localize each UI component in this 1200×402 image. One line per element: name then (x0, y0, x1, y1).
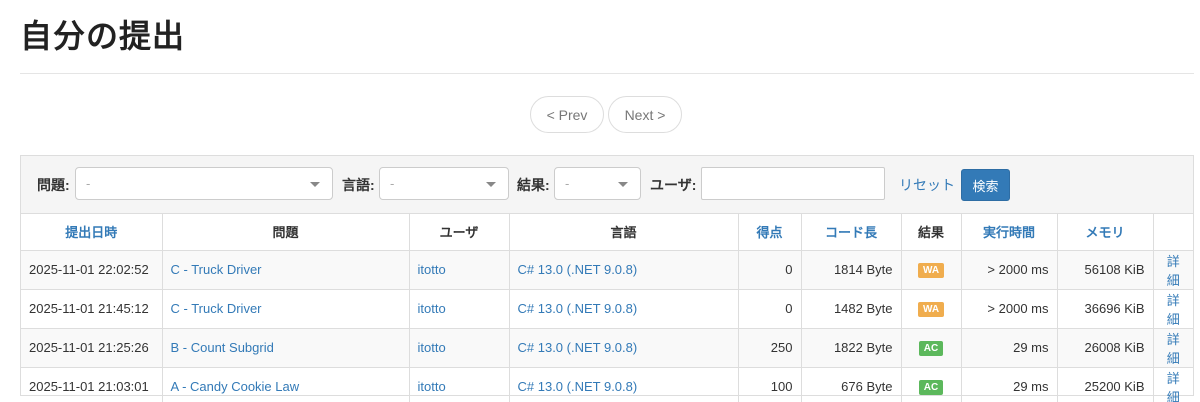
status-filter-value: - (565, 176, 570, 191)
cell-language-link[interactable]: C# 13.0 (.NET 9.0.8) (509, 289, 739, 329)
cell-language-link[interactable]: C# 13.0 (.NET 9.0.8) (509, 250, 739, 290)
cell-language-link[interactable]: C# 13.0 (.NET 9.0.8) (509, 367, 739, 402)
header-detail (1153, 214, 1193, 251)
table-row: 2025-11-01 21:25:26 B - Count Subgrid it… (21, 328, 1193, 368)
cell-language-link[interactable]: C# 13.0 (.NET 9.0.8) (509, 328, 739, 368)
language-filter-select[interactable]: - (379, 167, 509, 200)
prev-page-button[interactable]: < Prev (530, 96, 604, 133)
header-memory[interactable]: メモリ (1057, 214, 1154, 251)
cell-score: 100 (738, 367, 802, 402)
cell-score: 0 (738, 289, 802, 329)
cell-score: 0 (738, 250, 802, 290)
cell-submit-time: 2025-11-01 22:02:52 (21, 250, 163, 290)
cell-code-length: 1822 Byte (801, 328, 902, 368)
status-filter-select[interactable]: - (554, 167, 641, 200)
status-badge: WA (917, 302, 945, 317)
cell-user-link[interactable]: itotto (409, 289, 510, 329)
chevron-down-icon (486, 182, 496, 187)
status-filter-label: 結果: (517, 177, 550, 193)
table-row: 2025-11-01 21:03:01 A - Candy Cookie Law… (21, 367, 1193, 402)
header-language: 言語 (509, 214, 739, 251)
detail-link[interactable]: 詳細 (1153, 367, 1193, 402)
header-exec-time[interactable]: 実行時間 (961, 214, 1058, 251)
cell-status: AC (901, 328, 962, 368)
chevron-down-icon (618, 182, 628, 187)
cell-status: WA (901, 250, 962, 290)
problem-filter-select[interactable]: - (75, 167, 333, 200)
cell-problem-link[interactable]: C - Truck Driver (162, 250, 410, 290)
cell-problem-link[interactable]: C - Truck Driver (162, 289, 410, 329)
cell-memory: 56108 KiB (1057, 250, 1154, 290)
cell-submit-time: 2025-11-01 21:03:01 (21, 367, 163, 402)
cell-exec-time: > 2000 ms (961, 250, 1058, 290)
cell-code-length: 1482 Byte (801, 289, 902, 329)
cell-score: 250 (738, 328, 802, 368)
cell-code-length: 1814 Byte (801, 250, 902, 290)
cell-problem-link[interactable]: A - Candy Cookie Law (162, 367, 410, 402)
problem-filter-value: - (86, 176, 91, 191)
header-code-length[interactable]: コード長 (801, 214, 902, 251)
search-button[interactable]: 検索 (961, 169, 1010, 201)
table-row: 2025-11-01 21:45:12 C - Truck Driver ito… (21, 289, 1193, 329)
cell-memory: 25200 KiB (1057, 367, 1154, 402)
chevron-down-icon (310, 182, 320, 187)
cell-exec-time: 29 ms (961, 328, 1058, 368)
header-status: 結果 (901, 214, 962, 251)
cell-user-link[interactable]: itotto (409, 250, 510, 290)
cell-memory: 26008 KiB (1057, 328, 1154, 368)
pager: < Prev Next > (530, 96, 682, 133)
user-filter-label: ユーザ: (650, 177, 697, 193)
language-filter-value: - (390, 176, 395, 191)
cell-exec-time: > 2000 ms (961, 289, 1058, 329)
cell-problem-link[interactable]: B - Count Subgrid (162, 328, 410, 368)
table-header-row: 提出日時 問題 ユーザ 言語 得点 コード長 結果 実行時間 メモリ (21, 214, 1193, 251)
cell-code-length: 676 Byte (801, 367, 902, 402)
title-divider (20, 73, 1194, 74)
cell-user-link[interactable]: itotto (409, 367, 510, 402)
page-title: 自分の提出 (20, 18, 186, 54)
header-user: ユーザ (409, 214, 510, 251)
status-badge: AC (918, 341, 944, 356)
header-score[interactable]: 得点 (738, 214, 802, 251)
table-row: 2025-11-01 22:02:52 C - Truck Driver ito… (21, 250, 1193, 290)
cell-submit-time: 2025-11-01 21:25:26 (21, 328, 163, 368)
submissions-table: 提出日時 問題 ユーザ 言語 得点 コード長 結果 実行時間 メモリ 2025-… (21, 214, 1193, 402)
submissions-panel: 問題: - 言語: - 結果: - ユーザ: リセット 検索 提出日時 問題 ユ… (20, 155, 1194, 402)
cell-submit-time: 2025-11-01 21:45:12 (21, 289, 163, 329)
cell-exec-time: 29 ms (961, 367, 1058, 402)
filter-bar: 問題: - 言語: - 結果: - ユーザ: リセット 検索 (21, 156, 1193, 214)
cell-status: WA (901, 289, 962, 329)
header-submit-time[interactable]: 提出日時 (21, 214, 163, 251)
language-filter-label: 言語: (342, 177, 375, 193)
detail-link[interactable]: 詳細 (1153, 328, 1193, 368)
detail-link[interactable]: 詳細 (1153, 250, 1193, 290)
reset-link[interactable]: リセット (899, 175, 955, 195)
cell-user-link[interactable]: itotto (409, 328, 510, 368)
detail-link[interactable]: 詳細 (1153, 289, 1193, 329)
user-filter-input[interactable] (701, 167, 885, 200)
problem-filter-label: 問題: (37, 177, 70, 193)
status-badge: AC (918, 380, 944, 395)
next-page-button[interactable]: Next > (608, 96, 682, 133)
cell-memory: 36696 KiB (1057, 289, 1154, 329)
status-badge: WA (917, 263, 945, 278)
header-problem: 問題 (162, 214, 410, 251)
cell-status: AC (901, 367, 962, 402)
